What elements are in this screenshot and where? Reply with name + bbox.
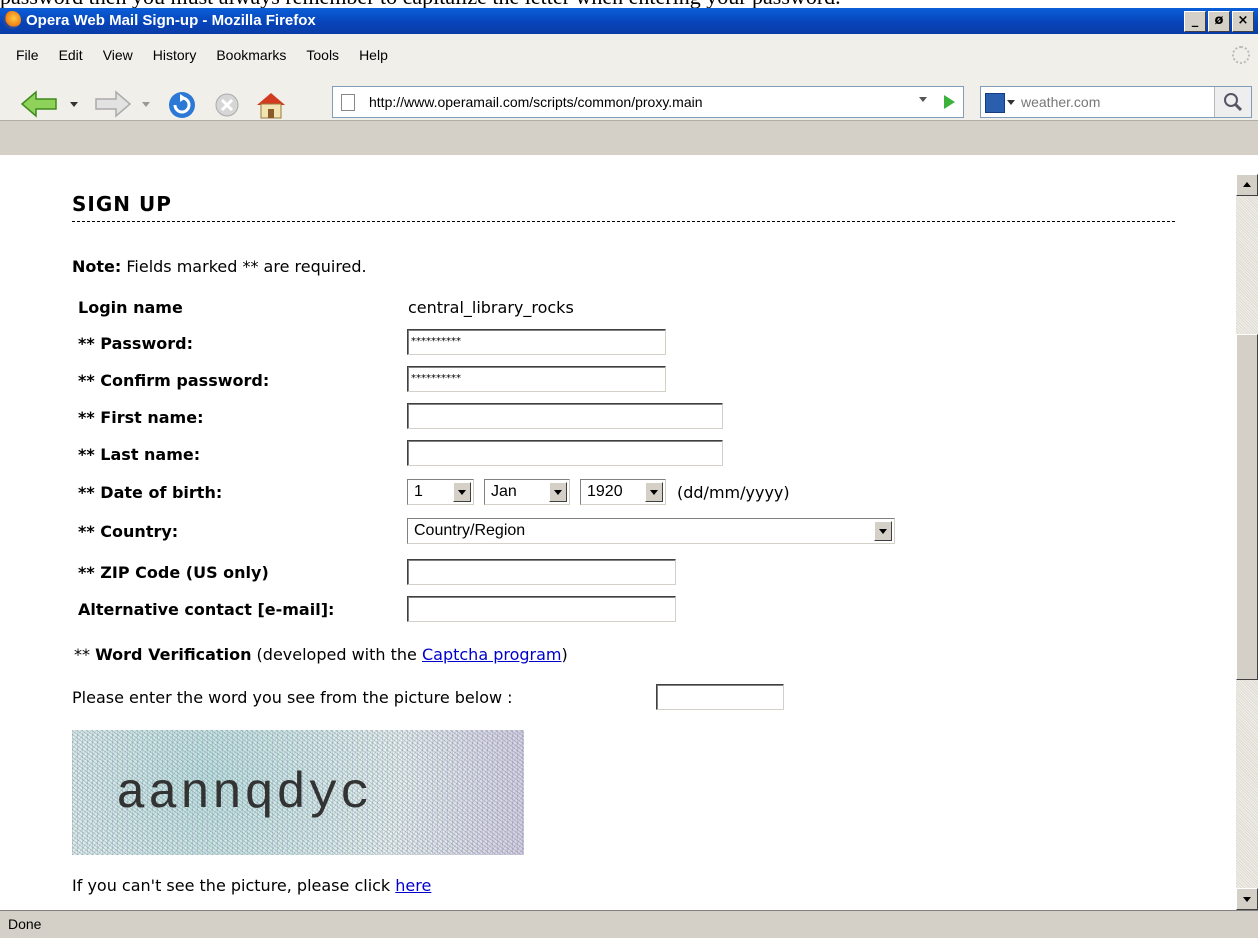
captcha-program-link[interactable]: Captcha program [422,645,562,664]
menu-bar: File Edit View History Bookmarks Tools H… [0,34,1258,84]
confirm-password-label: ** Confirm password: [78,371,270,390]
word-verification-label: Word Verification [95,645,252,664]
firefox-icon [3,11,21,29]
forward-icon[interactable] [92,90,132,118]
here-link[interactable]: here [395,876,431,895]
captcha-input[interactable] [656,684,784,710]
page-title: SIGN UP [72,192,172,216]
password-label: ** Password: [78,334,193,353]
dob-month-select[interactable]: Jan [484,479,570,505]
window-titlebar: Opera Web Mail Sign-up - Mozilla Firefox… [0,8,1258,34]
last-name-label: ** Last name: [78,445,201,464]
last-name-field[interactable] [407,440,723,466]
login-name-label: Login name [78,298,183,317]
captcha-image: aannqdyc [72,730,524,855]
enter-word-prompt: Please enter the word you see from the p… [72,688,513,707]
alternative-contact-field[interactable] [407,596,676,622]
scroll-up-button[interactable] [1236,174,1258,196]
required-note: Note: Fields marked ** are required. [72,257,367,276]
url-text[interactable]: http://www.operamail.com/scripts/common/… [369,94,703,110]
search-engine-dropdown-icon[interactable] [1007,100,1015,105]
menu-history[interactable]: History [143,47,207,63]
vertical-scrollbar[interactable] [1236,174,1258,910]
menu-help[interactable]: Help [349,47,398,63]
stop-icon[interactable] [212,90,242,120]
go-icon[interactable] [944,95,955,109]
scroll-thumb[interactable] [1236,334,1258,680]
alternative-contact-label: Alternative contact [e-mail]: [78,600,335,619]
menu-tools[interactable]: Tools [296,47,349,63]
menu-bookmarks[interactable]: Bookmarks [206,47,296,63]
dob-year-select[interactable]: 1920 [580,479,666,505]
chevron-down-icon[interactable] [645,482,663,502]
first-name-label: ** First name: [78,408,204,427]
zip-code-label: ** ZIP Code (US only) [78,563,269,582]
search-bar[interactable]: weather.com [980,86,1252,118]
window-title: Opera Web Mail Sign-up - Mozilla Firefox [26,12,316,29]
password-field[interactable]: ********** [407,329,666,355]
status-bar: Done [0,910,1258,938]
back-icon[interactable] [20,90,60,118]
country-label: ** Country: [78,522,179,541]
status-text: Done [8,916,42,932]
url-history-dropdown-icon[interactable] [919,97,927,102]
search-button[interactable] [1214,87,1251,117]
minimize-button[interactable]: _ [1184,11,1206,32]
document-overflow-text: password then you must always remember t… [0,0,1258,8]
menu-edit[interactable]: Edit [49,47,93,63]
throbber-icon [1232,46,1250,64]
bookmarks-toolbar [0,120,1258,155]
zip-code-field[interactable] [407,559,676,585]
cant-see-line: If you can't see the picture, please cli… [72,876,432,895]
menu-file[interactable]: File [6,47,49,63]
captcha-word: aannqdyc [116,766,373,823]
confirm-password-field[interactable]: ********** [407,366,666,392]
heading-divider [72,221,1175,222]
forward-history-dropdown-icon[interactable] [140,90,152,118]
page-content: SIGN UP Note: Fields marked ** are requi… [0,174,1236,910]
home-icon[interactable] [254,90,288,120]
close-button[interactable]: × [1232,11,1254,32]
word-verification-line: ** Word Verification (developed with the… [74,645,568,664]
date-of-birth-label: ** Date of birth: [78,483,223,502]
back-history-dropdown-icon[interactable] [68,90,80,118]
scroll-down-button[interactable] [1236,888,1258,910]
chevron-down-icon[interactable] [453,482,471,502]
chevron-down-icon[interactable] [549,482,567,502]
page-icon [341,94,355,111]
magnifier-icon [1224,93,1243,112]
note-text: Fields marked ** are required. [121,257,367,276]
reload-icon[interactable] [166,90,198,122]
country-select[interactable]: Country/Region [407,518,895,544]
dob-day-select[interactable]: 1 [407,479,474,505]
address-bar[interactable]: http://www.operamail.com/scripts/common/… [332,86,964,118]
maximize-button[interactable]: ø [1208,11,1230,32]
first-name-field[interactable] [407,403,723,429]
dob-format-hint: (dd/mm/yyyy) [677,483,790,502]
search-engine-icon[interactable] [985,93,1005,113]
menu-view[interactable]: View [93,47,143,63]
note-label: Note: [72,257,122,276]
login-name-value: central_library_rocks [408,298,574,317]
chevron-down-icon[interactable] [874,521,892,541]
search-input[interactable]: weather.com [1021,94,1100,110]
